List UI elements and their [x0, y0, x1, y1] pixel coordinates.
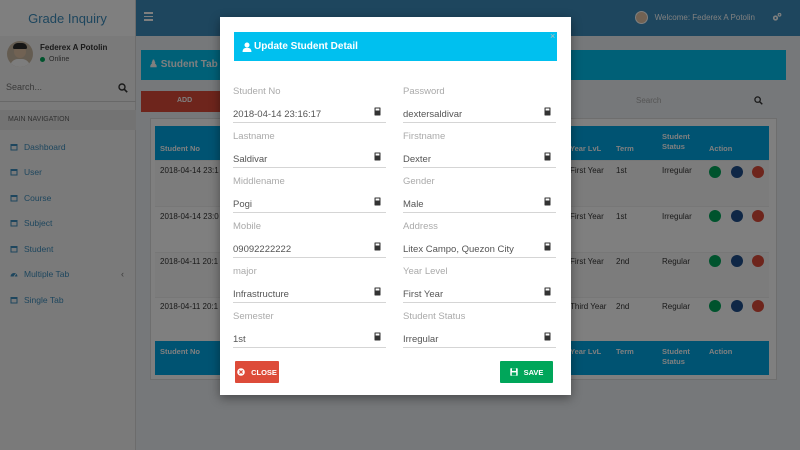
- book-icon: [544, 242, 551, 251]
- close-button[interactable]: CLOSE: [235, 361, 279, 383]
- field-gender: Gender: [403, 176, 556, 220]
- book-icon: [544, 287, 551, 296]
- book-icon: [544, 332, 551, 341]
- save-button-label: SAVE: [523, 367, 544, 377]
- close-circle-icon: [237, 368, 245, 376]
- field-label: Password: [403, 86, 445, 97]
- update-student-modal: Update Student Detail × Student No Lastn…: [220, 17, 571, 395]
- field-year-level: Year Level: [403, 266, 556, 310]
- field-semester: Semester: [233, 311, 386, 355]
- save-button[interactable]: SAVE: [500, 361, 553, 383]
- year-level-input[interactable]: [403, 287, 556, 303]
- field-label: Firstname: [403, 131, 446, 142]
- field-password: Password: [403, 86, 556, 130]
- book-icon: [374, 242, 381, 251]
- field-address: Address: [403, 221, 556, 265]
- book-icon: [374, 152, 381, 161]
- field-label: major: [233, 266, 257, 277]
- lastname-input[interactable]: [233, 152, 386, 168]
- field-lastname: Lastname: [233, 131, 386, 175]
- field-mobile: Mobile: [233, 221, 386, 265]
- field-label: Mobile: [233, 221, 261, 232]
- user-icon: [242, 42, 252, 52]
- field-label: Student Status: [403, 311, 466, 322]
- modal-title: Update Student Detail: [254, 41, 358, 52]
- field-label: Student No: [233, 86, 281, 97]
- close-icon[interactable]: ×: [550, 31, 555, 41]
- close-button-label: CLOSE: [251, 367, 277, 377]
- gender-input[interactable]: [403, 197, 556, 213]
- field-student-status: Student Status: [403, 311, 556, 355]
- major-input[interactable]: [233, 287, 386, 303]
- address-input[interactable]: [403, 242, 556, 258]
- field-student-no: Student No: [233, 86, 386, 130]
- book-icon: [374, 287, 381, 296]
- book-icon: [544, 152, 551, 161]
- floppy-disk-icon: [509, 368, 518, 376]
- book-icon: [374, 107, 381, 116]
- field-label: Middlename: [233, 176, 285, 187]
- book-icon: [374, 332, 381, 341]
- student-status-input[interactable]: [403, 332, 556, 348]
- firstname-input[interactable]: [403, 152, 556, 168]
- student-no-input[interactable]: [233, 107, 386, 123]
- field-major: major: [233, 266, 386, 310]
- field-label: Semester: [233, 311, 274, 322]
- field-label: Lastname: [233, 131, 275, 142]
- book-icon: [544, 197, 551, 206]
- field-label: Year Level: [403, 266, 448, 277]
- field-firstname: Firstname: [403, 131, 556, 175]
- password-input[interactable]: [403, 107, 556, 123]
- modal-header: Update Student Detail: [234, 32, 557, 61]
- book-icon: [374, 197, 381, 206]
- field-label: Gender: [403, 176, 435, 187]
- middlename-input[interactable]: [233, 197, 386, 213]
- semester-input[interactable]: [233, 332, 386, 348]
- field-label: Address: [403, 221, 438, 232]
- field-middlename: Middlename: [233, 176, 386, 220]
- book-icon: [544, 107, 551, 116]
- mobile-input[interactable]: [233, 242, 386, 258]
